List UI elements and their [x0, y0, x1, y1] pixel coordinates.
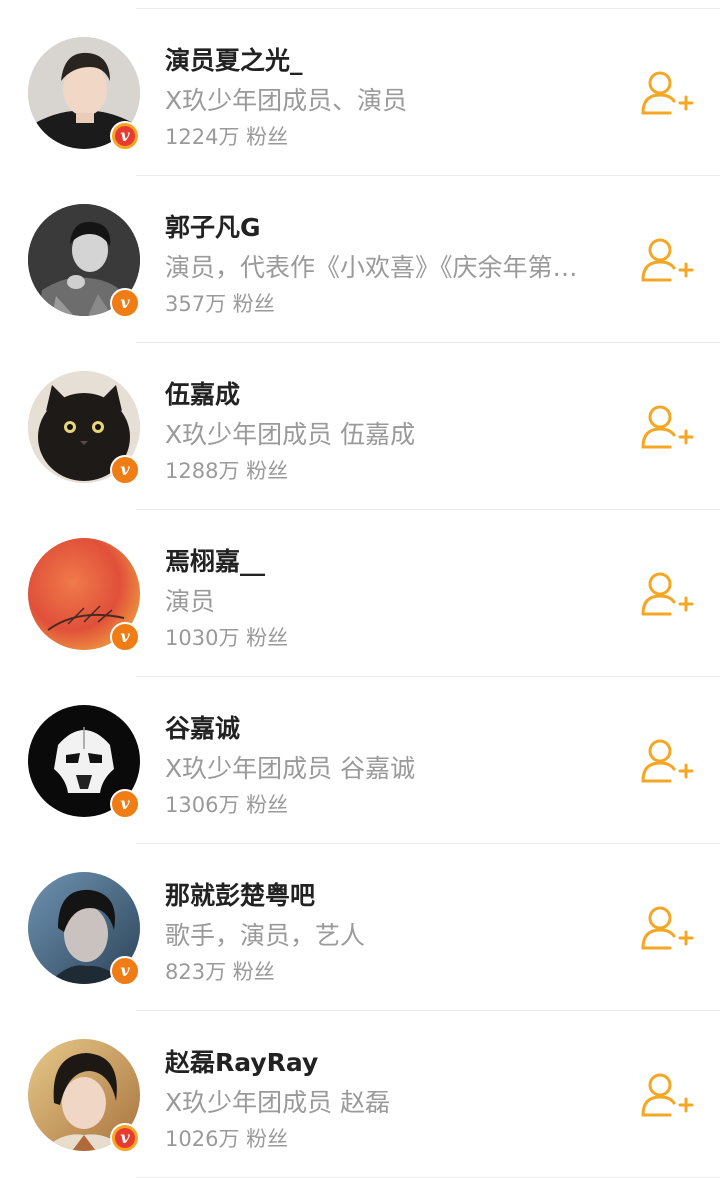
- fans-count: 1026万 粉丝: [165, 1127, 289, 1151]
- user-row[interactable]: v 焉栩嘉__ 演员 1030万 粉丝: [0, 510, 720, 677]
- follow-button[interactable]: [640, 236, 694, 286]
- fans-count: 1306万 粉丝: [165, 793, 289, 817]
- add-user-icon: [641, 739, 694, 783]
- fans-count: 1224万 粉丝: [165, 125, 289, 149]
- verified-badge-icon: v: [110, 455, 140, 485]
- follow-button[interactable]: [640, 69, 694, 119]
- user-list: v 演员夏之光_ X玖少年团成员、演员 1224万 粉丝 v 郭子凡G 演员，代…: [0, 9, 720, 1178]
- add-user-icon: [641, 906, 694, 950]
- verified-badge-icon: v: [110, 1123, 140, 1153]
- user-description: 演员: [165, 587, 216, 616]
- user-row[interactable]: v 演员夏之光_ X玖少年团成员、演员 1224万 粉丝: [0, 9, 720, 176]
- verified-badge-icon: v: [110, 789, 140, 819]
- user-row[interactable]: v 那就彭楚粤吧 歌手，演员，艺人 823万 粉丝: [0, 844, 720, 1011]
- user-description: 歌手，演员，艺人: [165, 921, 366, 950]
- fans-count: 357万 粉丝: [165, 292, 275, 316]
- add-user-icon: [641, 238, 694, 282]
- verified-badge-icon: v: [110, 956, 140, 986]
- add-user-icon: [641, 572, 694, 616]
- user-name[interactable]: 演员夏之光_: [165, 41, 303, 77]
- add-user-icon: [641, 71, 694, 115]
- user-row[interactable]: v 郭子凡G 演员，代表作《小欢喜》《庆余年第… 357万 粉丝: [0, 176, 720, 343]
- add-user-icon: [641, 1073, 694, 1117]
- user-description: X玖少年团成员 谷嘉诚: [165, 754, 416, 783]
- user-description: X玖少年团成员、演员: [165, 86, 408, 115]
- user-name[interactable]: 那就彭楚粤吧: [165, 876, 315, 912]
- user-row[interactable]: v 谷嘉诚 X玖少年团成员 谷嘉诚 1306万 粉丝: [0, 677, 720, 844]
- user-name[interactable]: 谷嘉诚: [165, 709, 240, 745]
- user-name[interactable]: 赵磊RayRay: [165, 1043, 318, 1079]
- fans-count: 823万 粉丝: [165, 960, 275, 984]
- user-name[interactable]: 郭子凡G: [165, 208, 261, 244]
- follow-button[interactable]: [640, 737, 694, 787]
- fans-count: 1030万 粉丝: [165, 626, 289, 650]
- user-description: 演员，代表作《小欢喜》《庆余年第…: [165, 253, 578, 282]
- verified-badge-icon: v: [110, 622, 140, 652]
- follow-button[interactable]: [640, 570, 694, 620]
- user-row[interactable]: v 伍嘉成 X玖少年团成员 伍嘉成 1288万 粉丝: [0, 343, 720, 510]
- user-row[interactable]: v 赵磊RayRay X玖少年团成员 赵磊 1026万 粉丝: [0, 1011, 720, 1178]
- verified-badge-icon: v: [110, 121, 140, 151]
- follow-button[interactable]: [640, 904, 694, 954]
- user-description: X玖少年团成员 赵磊: [165, 1088, 391, 1117]
- follow-button[interactable]: [640, 403, 694, 453]
- user-name[interactable]: 伍嘉成: [165, 375, 240, 411]
- verified-badge-icon: v: [110, 288, 140, 318]
- add-user-icon: [641, 405, 694, 449]
- user-description: X玖少年团成员 伍嘉成: [165, 420, 416, 449]
- follow-button[interactable]: [640, 1071, 694, 1121]
- user-name[interactable]: 焉栩嘉__: [165, 542, 265, 578]
- fans-count: 1288万 粉丝: [165, 459, 289, 483]
